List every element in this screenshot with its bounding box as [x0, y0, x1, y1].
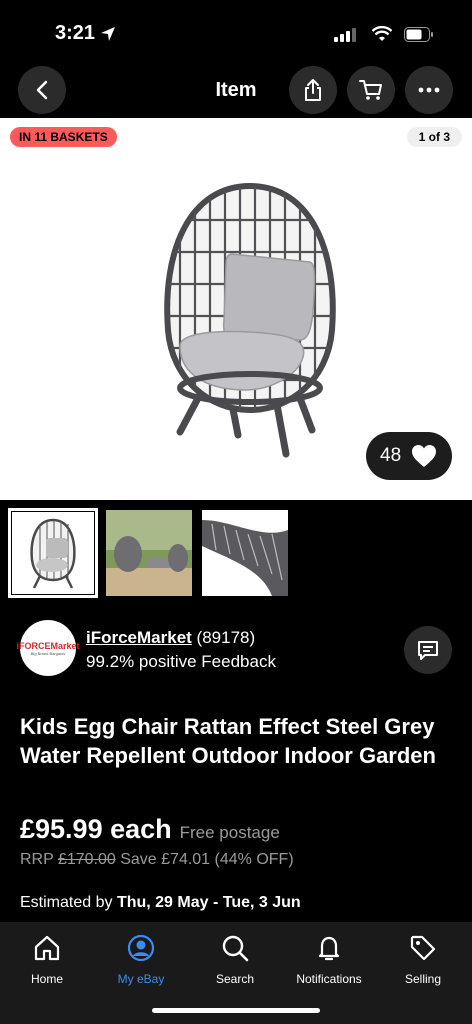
more-horizontal-icon: [418, 87, 440, 93]
status-bar: 3:21: [0, 0, 472, 70]
cart-icon: [359, 80, 382, 100]
search-icon: [222, 935, 249, 962]
seller-name-link[interactable]: iForceMarket: [86, 628, 192, 647]
status-time: 3:21: [55, 22, 96, 44]
location-arrow-icon: [101, 27, 115, 41]
cellular-signal-icon: [334, 28, 356, 42]
thumbnail-detail-image: [202, 510, 288, 596]
product-image-gallery[interactable]: IN 11 BASKETS 1 of 3 48: [0, 118, 472, 500]
image-counter: 1 of 3: [406, 127, 462, 147]
product-image: [164, 182, 336, 458]
postage-info: Free postage: [179, 823, 280, 842]
delivery-estimate: Estimated by Thu, 29 May - Tue, 3 Jun: [20, 894, 301, 912]
top-navigation: Item: [0, 66, 472, 120]
more-options-button[interactable]: [405, 66, 453, 114]
battery-icon: [404, 27, 433, 42]
rrp-row: RRP £170.00 Save £74.01 (44% OFF): [20, 851, 294, 869]
rrp-price: £170.00: [57, 851, 116, 868]
seller-feedback-percent: 99.2% positive Feedback: [86, 652, 276, 671]
price-row: £95.99 each Free postage: [20, 814, 280, 845]
baskets-badge: IN 11 BASKETS: [10, 127, 117, 147]
tab-my-ebay[interactable]: My eBay: [94, 932, 188, 986]
share-button[interactable]: [289, 66, 337, 114]
seller-logo-subtext: Big Brand Bargains: [30, 650, 66, 656]
tab-search[interactable]: Search: [188, 932, 282, 986]
tab-selling[interactable]: Selling: [376, 932, 470, 986]
product-price: £95.99 each: [20, 814, 172, 844]
tab-search-label: Search: [215, 972, 255, 986]
tag-icon: [410, 935, 436, 961]
delivery-label: Estimated by: [20, 894, 117, 911]
page-title: Item: [215, 79, 257, 101]
tab-selling-label: Selling: [404, 972, 442, 986]
cart-button[interactable]: [347, 66, 395, 114]
thumbnail-2[interactable]: [106, 510, 192, 596]
user-icon: [127, 934, 155, 962]
seller-logo[interactable]: iFORCEMarket Big Brand Bargains: [17, 620, 80, 676]
rrp-label: RRP: [20, 851, 58, 868]
tab-home-label: Home: [30, 972, 63, 986]
wifi-icon: [372, 26, 392, 41]
seller-info: iFORCEMarket Big Brand Bargains iForceMa…: [17, 620, 452, 680]
home-indicator: [152, 1008, 320, 1013]
tab-notifications-label: Notifications: [296, 972, 362, 986]
contact-seller-button[interactable]: [404, 626, 452, 674]
delivery-dates: Thu, 29 May - Tue, 3 Jun: [116, 894, 301, 911]
tab-my-ebay-label: My eBay: [117, 972, 165, 986]
message-icon: [418, 641, 438, 660]
thumbnail-chair-image: [30, 518, 76, 589]
product-title: Kids Egg Chair Rattan Effect Steel Grey …: [20, 714, 436, 768]
share-icon: [305, 79, 321, 101]
thumbnail-3[interactable]: [202, 510, 288, 596]
thumbnail-garden-image: [106, 510, 192, 596]
saving-info: Save £74.01 (44% OFF): [115, 851, 294, 868]
seller-feedback-score: (89178): [191, 628, 256, 647]
seller-logo-text: iFORCEMarket: [16, 640, 80, 651]
tab-notifications[interactable]: Notifications: [282, 932, 376, 986]
bell-icon: [318, 936, 340, 961]
watch-count-button[interactable]: 48: [366, 432, 452, 480]
tab-home[interactable]: Home: [0, 932, 94, 986]
heart-icon: [412, 445, 437, 467]
thumbnail-1[interactable]: [8, 508, 98, 598]
watch-count: 48: [380, 445, 402, 466]
home-icon: [34, 935, 60, 961]
